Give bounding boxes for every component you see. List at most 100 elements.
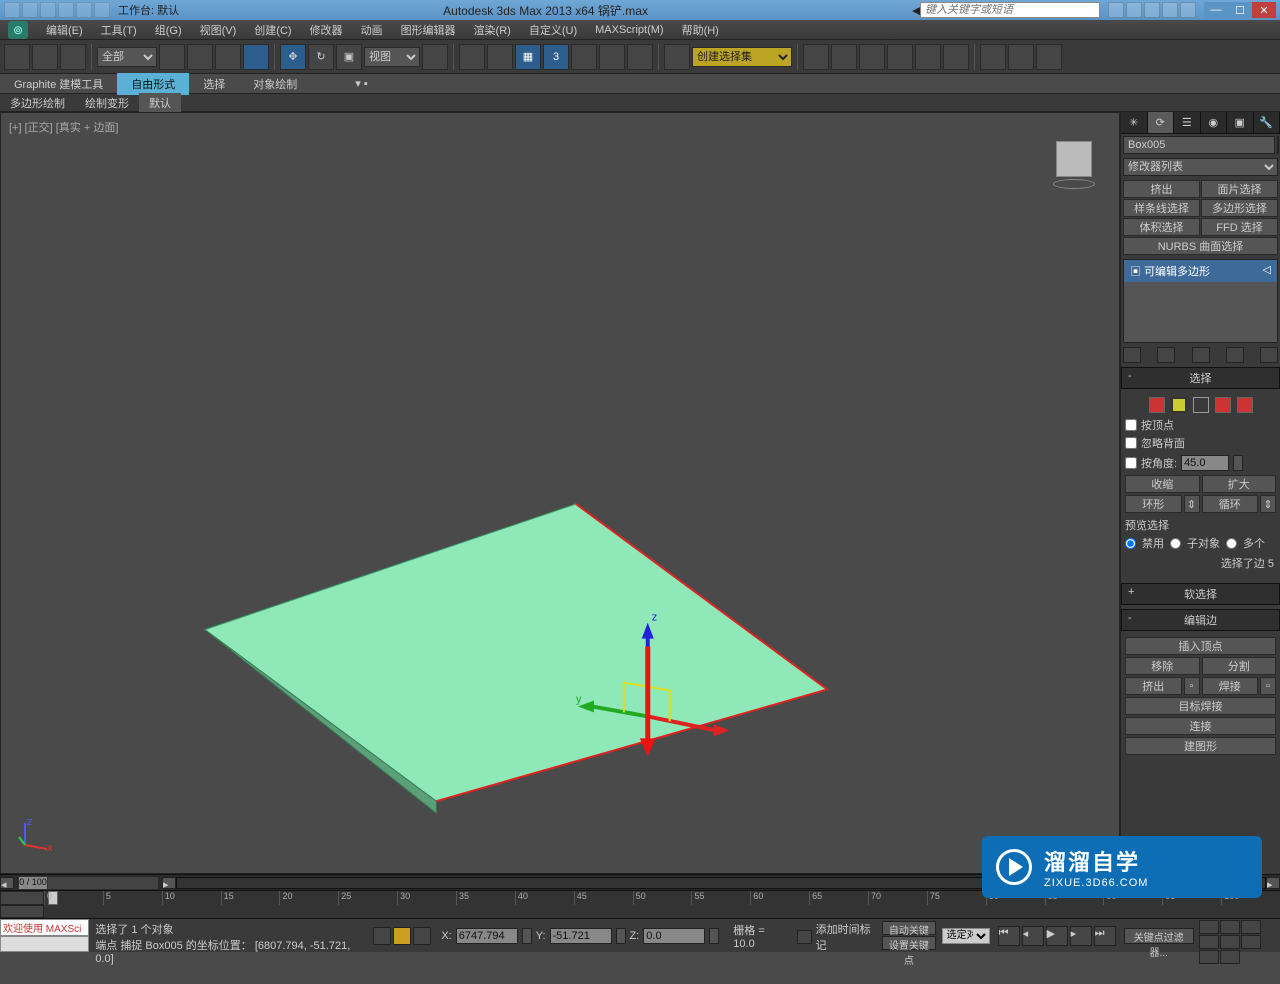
split-button[interactable]: 分割 bbox=[1202, 657, 1277, 675]
tab-create-icon[interactable]: ✳ bbox=[1121, 112, 1148, 133]
border-level-icon[interactable] bbox=[1193, 397, 1209, 413]
zoom-extents-all-icon[interactable] bbox=[1199, 935, 1219, 949]
grow-button[interactable]: 扩大 bbox=[1202, 475, 1277, 493]
field-of-view-icon[interactable] bbox=[1220, 935, 1240, 949]
subtab-default[interactable]: 默认 bbox=[139, 93, 181, 113]
btn-patchsel[interactable]: 面片选择 bbox=[1201, 180, 1278, 198]
show-end-icon[interactable] bbox=[1157, 347, 1175, 363]
setkey-button[interactable]: 设置关键点 bbox=[882, 936, 936, 950]
trackbar-btn1-icon[interactable] bbox=[0, 891, 44, 905]
minimize-button[interactable]: — bbox=[1204, 2, 1228, 18]
unlink-tool-icon[interactable] bbox=[32, 44, 58, 70]
menu-tools[interactable]: 工具(T) bbox=[101, 22, 137, 38]
goto-start-icon[interactable]: ⏮ bbox=[998, 926, 1020, 946]
window-crossing-icon[interactable] bbox=[243, 44, 269, 70]
keyboard-shortcut-icon[interactable] bbox=[487, 44, 513, 70]
preview-multi-radio[interactable] bbox=[1226, 538, 1237, 549]
keyfilter-button[interactable]: 关键点过滤器... bbox=[1124, 928, 1194, 944]
menu-rendering[interactable]: 渲染(R) bbox=[474, 22, 511, 38]
render-prod-icon[interactable] bbox=[1036, 44, 1062, 70]
ring-spinner[interactable]: ⇕ bbox=[1184, 495, 1200, 513]
link-tool-icon[interactable] bbox=[4, 44, 30, 70]
remove-mod-icon[interactable] bbox=[1226, 347, 1244, 363]
save-icon[interactable] bbox=[40, 2, 56, 18]
config-sets-icon[interactable] bbox=[1260, 347, 1278, 363]
menu-views[interactable]: 视图(V) bbox=[200, 22, 237, 38]
percent-snap-icon[interactable] bbox=[599, 44, 625, 70]
select-region-icon[interactable] bbox=[215, 44, 241, 70]
time-slider[interactable]: 0 / 100 bbox=[18, 877, 158, 889]
align-icon[interactable] bbox=[831, 44, 857, 70]
select-manipulate-icon[interactable] bbox=[459, 44, 485, 70]
menu-modifiers[interactable]: 修改器 bbox=[310, 22, 343, 38]
btn-polysel[interactable]: 多边形选择 bbox=[1201, 199, 1278, 217]
isolate-selection-icon[interactable] bbox=[393, 927, 411, 945]
add-time-tag[interactable]: 添加时间标记 bbox=[816, 921, 874, 953]
link-icon[interactable] bbox=[94, 2, 110, 18]
modifier-list-dropdown[interactable]: 修改器列表 bbox=[1123, 158, 1278, 176]
track-left-icon[interactable]: ◂ bbox=[0, 877, 14, 889]
create-shape-button[interactable]: 建图形 bbox=[1125, 737, 1276, 755]
target-weld-button[interactable]: 目标焊接 bbox=[1125, 697, 1276, 715]
loop-spinner[interactable]: ⇕ bbox=[1260, 495, 1276, 513]
workspace-label[interactable]: 工作台: 默认 bbox=[118, 2, 179, 18]
rollout-softsel-header[interactable]: +软选择 bbox=[1121, 583, 1280, 605]
max-toggle-icon[interactable] bbox=[1220, 950, 1240, 964]
bind-space-warp-icon[interactable] bbox=[60, 44, 86, 70]
insert-vertex-button[interactable]: 插入顶点 bbox=[1125, 637, 1276, 655]
z-input[interactable] bbox=[643, 928, 705, 944]
ribbon-tab-freeform[interactable]: 自由形式 bbox=[117, 73, 189, 95]
shrink-button[interactable]: 收缩 bbox=[1125, 475, 1200, 493]
zoom-extents-icon[interactable] bbox=[1241, 920, 1261, 934]
new-icon[interactable] bbox=[4, 2, 20, 18]
zoom-all-icon[interactable] bbox=[1220, 920, 1240, 934]
subscription-icon[interactable] bbox=[1126, 2, 1142, 18]
btn-splinesel[interactable]: 样条线选择 bbox=[1123, 199, 1200, 217]
orbit-icon[interactable] bbox=[1199, 950, 1219, 964]
x-input[interactable] bbox=[456, 928, 518, 944]
ribbon-tab-selection[interactable]: 选择 bbox=[189, 73, 239, 95]
menu-edit[interactable]: 编辑(E) bbox=[46, 22, 83, 38]
y-input[interactable] bbox=[550, 928, 612, 944]
unique-icon[interactable] bbox=[1192, 347, 1210, 363]
subtab-polydraw[interactable]: 多边形绘制 bbox=[0, 93, 75, 113]
listener-input[interactable] bbox=[0, 936, 89, 952]
menu-animation[interactable]: 动画 bbox=[361, 22, 383, 38]
object-name-input[interactable] bbox=[1123, 136, 1275, 154]
lock-selection-icon[interactable] bbox=[373, 927, 391, 945]
btn-volsel[interactable]: 体积选择 bbox=[1123, 218, 1200, 236]
menu-help[interactable]: 帮助(H) bbox=[682, 22, 719, 38]
subtab-paintdeform[interactable]: 绘制变形 bbox=[75, 93, 139, 113]
tab-hierarchy-icon[interactable]: ☰ bbox=[1174, 112, 1201, 133]
btn-ffdsel[interactable]: FFD 选择 bbox=[1201, 218, 1278, 236]
angle-value-input[interactable] bbox=[1181, 455, 1229, 471]
z-spinner[interactable] bbox=[709, 928, 719, 944]
menu-group[interactable]: 组(G) bbox=[155, 22, 182, 38]
angle-snap-icon[interactable] bbox=[571, 44, 597, 70]
menu-create[interactable]: 创建(C) bbox=[254, 22, 291, 38]
extrude-settings-icon[interactable]: ▫ bbox=[1184, 677, 1200, 695]
timetag-icon[interactable] bbox=[797, 930, 811, 944]
track-right-icon[interactable]: ▸ bbox=[162, 877, 176, 889]
autokey-button[interactable]: 自动关键点 bbox=[882, 921, 936, 935]
rollout-selection-header[interactable]: -选择 bbox=[1121, 367, 1280, 389]
y-spinner[interactable] bbox=[616, 928, 626, 944]
next-frame-icon[interactable]: ▸ bbox=[1070, 926, 1092, 946]
tab-modify-icon[interactable]: ⟳ bbox=[1148, 112, 1175, 133]
pin-stack-icon[interactable] bbox=[1123, 347, 1141, 363]
ignore-backface-checkbox[interactable]: 忽略背面 bbox=[1125, 435, 1276, 451]
scale-tool-icon[interactable]: ▣ bbox=[336, 44, 362, 70]
listener-output[interactable]: 欢迎使用 MAXSci bbox=[0, 919, 89, 936]
maximize-button[interactable]: ☐ bbox=[1228, 2, 1252, 18]
menu-maxscript[interactable]: MAXScript(M) bbox=[595, 24, 663, 36]
edit-named-sel-icon[interactable] bbox=[664, 44, 690, 70]
transform-typein-icon[interactable] bbox=[413, 927, 431, 945]
ref-coord-dropdown[interactable]: 视图 bbox=[364, 47, 420, 67]
connect-button[interactable]: 连接 bbox=[1125, 717, 1276, 735]
render-setup-icon[interactable] bbox=[980, 44, 1006, 70]
preview-subobj-radio[interactable] bbox=[1170, 538, 1181, 549]
remove-button[interactable]: 移除 bbox=[1125, 657, 1200, 675]
snap-3d-button[interactable]: 3 bbox=[543, 44, 569, 70]
schematic-view-icon[interactable] bbox=[915, 44, 941, 70]
btn-extrude[interactable]: 挤出 bbox=[1123, 180, 1200, 198]
